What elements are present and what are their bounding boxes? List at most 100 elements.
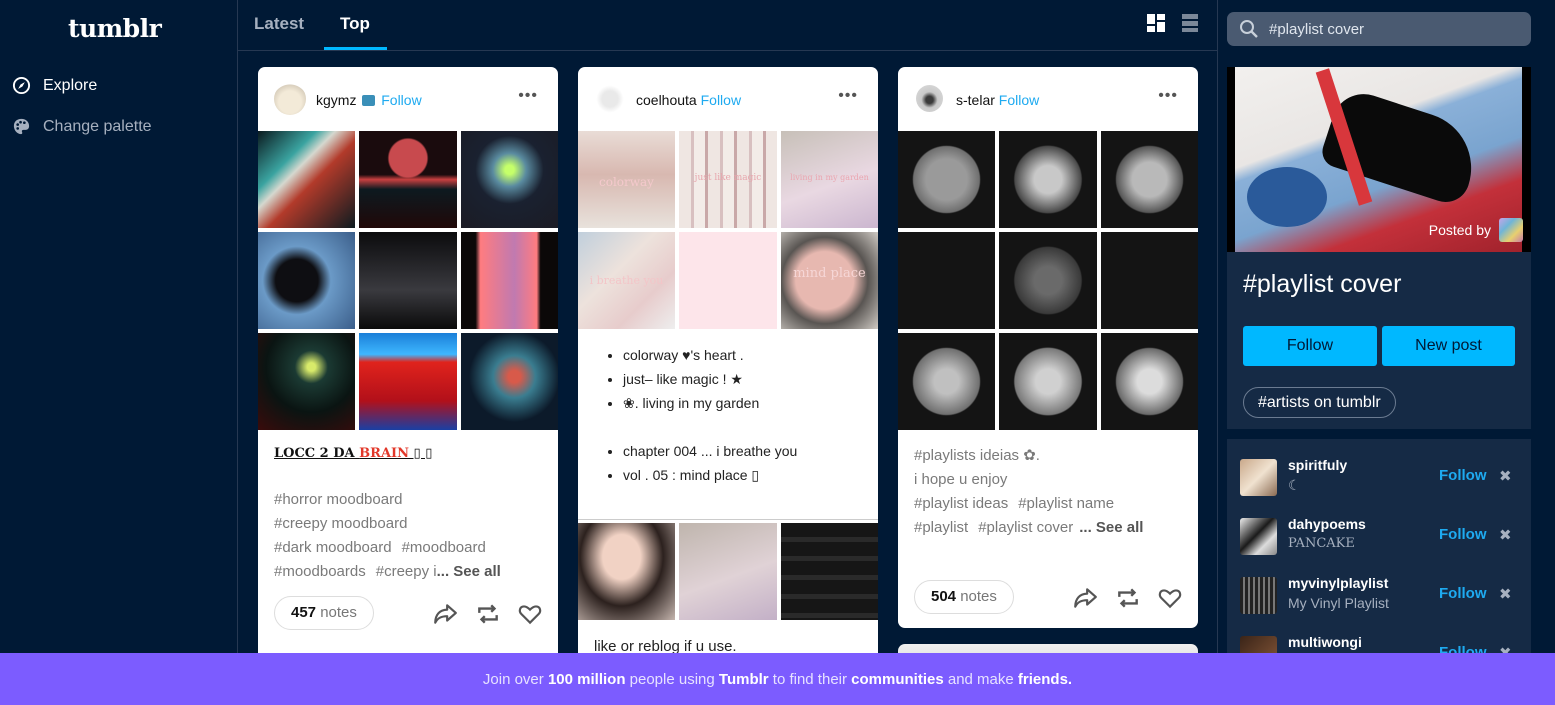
signup-banner[interactable]: Join over 100 million people using Tumbl… bbox=[0, 653, 1555, 705]
post-image[interactable] bbox=[898, 131, 995, 228]
post-image[interactable] bbox=[679, 523, 777, 620]
posted-by[interactable]: Posted by bbox=[1429, 218, 1523, 242]
post-image[interactable] bbox=[461, 333, 558, 430]
post-image[interactable] bbox=[359, 131, 457, 228]
blog-link[interactable]: coelhouta bbox=[636, 92, 697, 108]
new-post-button[interactable]: New post bbox=[1382, 326, 1515, 366]
post-image[interactable] bbox=[359, 333, 457, 430]
dismiss-icon[interactable]: ✖ bbox=[1499, 467, 1512, 485]
blog-name[interactable]: myvinylplaylist bbox=[1288, 575, 1388, 591]
more-options-icon[interactable]: ••• bbox=[1158, 88, 1178, 104]
post-image[interactable] bbox=[359, 232, 457, 329]
post-image[interactable] bbox=[999, 131, 1097, 228]
tab-latest[interactable]: Latest bbox=[254, 14, 304, 34]
post-image[interactable]: mind place bbox=[781, 232, 878, 329]
post-image[interactable] bbox=[258, 333, 355, 430]
tab-top[interactable]: Top bbox=[340, 14, 370, 34]
post-image[interactable] bbox=[898, 232, 995, 329]
share-icon[interactable] bbox=[432, 601, 458, 627]
see-all-tags-link[interactable]: ... See all bbox=[437, 563, 501, 580]
notes-button[interactable]: 504 notes bbox=[914, 580, 1014, 614]
left-sidebar: tumblr Explore Change palette bbox=[0, 0, 238, 705]
divider bbox=[578, 519, 878, 520]
avatar[interactable] bbox=[1240, 577, 1277, 614]
post-image[interactable] bbox=[999, 333, 1097, 430]
avatar[interactable] bbox=[1499, 218, 1523, 242]
post-image[interactable] bbox=[1101, 131, 1198, 228]
blog-link[interactable]: kgymz bbox=[316, 92, 356, 108]
tumblr-logo[interactable]: tumblr bbox=[68, 14, 162, 43]
post-image[interactable] bbox=[679, 232, 777, 329]
post-image[interactable] bbox=[461, 232, 558, 329]
follow-button[interactable]: Follow bbox=[1439, 585, 1487, 602]
tag-link[interactable]: #playlist ideas bbox=[914, 495, 1008, 512]
recommended-blog: myvinylplaylist My Vinyl Playlist Follow… bbox=[1227, 575, 1531, 636]
follow-button[interactable]: Follow bbox=[1439, 467, 1487, 484]
post-image[interactable] bbox=[1101, 333, 1198, 430]
feed-tabs: Latest Top bbox=[238, 0, 1218, 51]
reblog-icon[interactable] bbox=[1115, 585, 1141, 611]
dismiss-icon[interactable]: ✖ bbox=[1499, 585, 1512, 603]
search-bar[interactable] bbox=[1227, 12, 1531, 46]
post-image[interactable] bbox=[258, 232, 355, 329]
blog-name[interactable]: multiwongi bbox=[1288, 634, 1362, 650]
blog-name[interactable]: dahypoems bbox=[1288, 516, 1366, 532]
share-icon[interactable] bbox=[1072, 585, 1098, 611]
sidebar-item-explore[interactable]: Explore bbox=[12, 76, 97, 95]
tag-link[interactable]: #horror moodboard bbox=[274, 491, 402, 508]
follow-button[interactable]: Follow bbox=[1439, 526, 1487, 543]
sidebar-item-change-palette[interactable]: Change palette bbox=[12, 117, 152, 136]
post-image[interactable]: living in my garden bbox=[781, 131, 878, 228]
feed: Latest Top kgymz Follow ••• LOCC 2 DA BR… bbox=[238, 0, 1218, 705]
avatar[interactable] bbox=[274, 83, 306, 115]
post-image[interactable] bbox=[578, 523, 675, 620]
like-icon[interactable] bbox=[517, 601, 543, 627]
notes-button[interactable]: 457 notes bbox=[274, 596, 374, 630]
post-image[interactable] bbox=[781, 523, 878, 620]
post-image[interactable]: i breathe you bbox=[578, 232, 675, 329]
avatar[interactable] bbox=[916, 85, 943, 112]
post-footer: 504 notes bbox=[898, 580, 1198, 628]
tag-link[interactable]: #moodboards bbox=[274, 563, 366, 580]
more-options-icon[interactable]: ••• bbox=[838, 88, 858, 104]
see-all-tags-link[interactable]: ... See all bbox=[1079, 519, 1143, 536]
tag-link[interactable]: #playlist name bbox=[1018, 495, 1114, 512]
dismiss-icon[interactable]: ✖ bbox=[1499, 526, 1512, 544]
related-tag-chip[interactable]: #artists on tumblr bbox=[1243, 387, 1396, 418]
avatar[interactable] bbox=[594, 83, 626, 115]
post-image[interactable] bbox=[999, 232, 1097, 329]
tag-link[interactable]: #dark moodboard bbox=[274, 539, 392, 556]
image-grid bbox=[578, 523, 878, 620]
avatar[interactable] bbox=[1240, 518, 1277, 555]
tag-link[interactable]: #playlist cover bbox=[978, 519, 1073, 536]
post-image[interactable] bbox=[258, 131, 355, 228]
post-image[interactable] bbox=[1101, 232, 1198, 329]
list-view-icon[interactable] bbox=[1180, 13, 1200, 33]
tag-link[interactable]: #playlist bbox=[914, 519, 968, 536]
reblog-icon[interactable] bbox=[475, 601, 501, 627]
post-image[interactable] bbox=[461, 131, 558, 228]
more-options-icon[interactable]: ••• bbox=[518, 88, 538, 104]
post-footer: 457 notes bbox=[258, 596, 558, 656]
follow-button[interactable]: Follow bbox=[381, 92, 421, 108]
tag-link[interactable]: #creepy i bbox=[376, 563, 437, 580]
post-image[interactable]: just like magic bbox=[679, 131, 777, 228]
search-input[interactable] bbox=[1269, 20, 1509, 38]
tag-link[interactable]: #creepy moodboard bbox=[274, 515, 407, 532]
post-image[interactable] bbox=[898, 333, 995, 430]
masonry-view-icon[interactable] bbox=[1146, 13, 1166, 33]
like-icon[interactable] bbox=[1157, 585, 1183, 611]
active-tab-indicator bbox=[324, 47, 387, 50]
blog-name[interactable]: spiritfuly bbox=[1288, 457, 1347, 473]
post-text-list: colorway ♥'s heart . just– like magic ! … bbox=[578, 329, 878, 519]
blog-subtitle: ☾ bbox=[1288, 477, 1301, 493]
follow-button[interactable]: Follow bbox=[999, 92, 1039, 108]
tag-hero-image[interactable]: Posted by bbox=[1227, 67, 1531, 252]
avatar[interactable] bbox=[1240, 459, 1277, 496]
follow-button[interactable]: Follow bbox=[701, 92, 741, 108]
post-image[interactable]: colorway bbox=[578, 131, 675, 228]
follow-tag-button[interactable]: Follow bbox=[1243, 326, 1377, 366]
image-grid bbox=[258, 131, 558, 430]
tag-link[interactable]: #moodboard bbox=[402, 539, 486, 556]
blog-link[interactable]: s-telar bbox=[956, 92, 995, 108]
